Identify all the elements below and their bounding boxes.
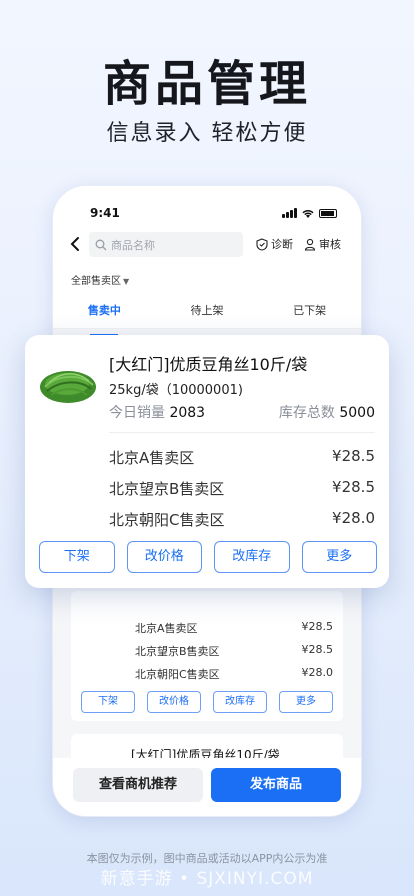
shield-check-icon	[256, 237, 268, 251]
product-title: [大红门]优质豆角丝10斤/袋	[109, 355, 308, 374]
green-beans-image	[40, 371, 96, 403]
search-input[interactable]: 商品名称	[89, 232, 243, 257]
edit-stock-button[interactable]: 改库存	[213, 691, 267, 713]
area-name: 北京朝阳C售卖区	[109, 511, 225, 529]
more-button[interactable]: 更多	[301, 541, 377, 573]
area-price: ¥28.5	[332, 478, 375, 496]
stock-label: 库存总数	[278, 405, 335, 421]
list-item: 北京朝阳C售卖区 ¥28.0	[135, 666, 333, 682]
product-detail-card: [大红门]优质豆角丝10斤/袋 25kg/袋（10000001) 今日销量 20…	[25, 335, 389, 588]
area-name: 北京A售卖区	[135, 622, 198, 635]
signal-icon	[282, 208, 297, 218]
tab-off-shelf[interactable]: 已下架	[258, 302, 361, 324]
audit-button[interactable]: 审核	[304, 236, 341, 252]
status-icons	[282, 208, 337, 218]
back-arrow-icon[interactable]	[69, 236, 81, 252]
area-price: ¥28.0	[332, 509, 375, 527]
delist-button[interactable]: 下架	[81, 691, 135, 713]
bottom-action-bar: 查看商机推荐 发布商品	[53, 758, 361, 816]
product-spec: 25kg/袋（10000001)	[109, 383, 243, 398]
card-actions: 下架 改价格 改库存 更多	[81, 691, 333, 713]
search-placeholder: 商品名称	[111, 238, 155, 252]
area-name: 北京望京B售卖区	[109, 480, 225, 498]
stock-value: 5000	[339, 405, 375, 421]
publish-product-button[interactable]: 发布商品	[211, 768, 341, 802]
edit-stock-button[interactable]: 改库存	[214, 541, 290, 573]
area-filter-dropdown[interactable]: 全部售卖区 ▼	[71, 272, 129, 287]
nav-bar: 商品名称 诊断 审核	[53, 232, 361, 258]
view-opportunities-button[interactable]: 查看商机推荐	[73, 768, 203, 802]
status-time: 9:41	[90, 206, 120, 220]
popup-actions: 下架 改价格 改库存 更多	[39, 541, 377, 573]
list-item: 北京朝阳C售卖区 ¥28.0	[109, 509, 375, 530]
divider	[109, 432, 375, 433]
filter-label: 全部售卖区	[71, 276, 121, 287]
area-name: 北京A售卖区	[109, 449, 195, 467]
sales-label: 今日销量	[109, 405, 165, 421]
edit-price-button[interactable]: 改价格	[126, 541, 202, 573]
area-price: ¥28.0	[301, 666, 334, 679]
user-icon	[304, 238, 316, 251]
delist-button[interactable]: 下架	[39, 541, 115, 573]
audit-label: 审核	[319, 238, 341, 251]
wifi-icon	[302, 209, 314, 218]
total-stock: 库存总数 5000	[279, 402, 375, 422]
area-price: ¥28.5	[301, 643, 334, 656]
caret-down-icon: ▼	[123, 277, 130, 286]
diagnose-label: 诊断	[271, 238, 293, 251]
list-item: 北京望京B售卖区 ¥28.5	[135, 643, 333, 659]
tab-on-sale[interactable]: 售卖中	[53, 302, 156, 324]
area-name: 北京朝阳C售卖区	[135, 668, 220, 681]
status-bar: 9:41	[53, 200, 361, 220]
list-item: 北京望京B售卖区 ¥28.5	[109, 478, 375, 499]
watermark: 新意手游 • SJXINYI.COM	[100, 869, 314, 889]
more-button[interactable]: 更多	[279, 691, 333, 713]
status-tabs: 售卖中 待上架 已下架	[53, 302, 361, 324]
hero-subtitle: 信息录入 轻松方便	[106, 121, 308, 146]
area-name: 北京望京B售卖区	[135, 645, 220, 658]
area-price: ¥28.5	[332, 447, 375, 465]
list-item: 北京A售卖区 ¥28.5	[109, 447, 375, 468]
edit-price-button[interactable]: 改价格	[147, 691, 201, 713]
battery-icon	[319, 209, 337, 218]
diagnose-button[interactable]: 诊断	[256, 236, 293, 252]
tabs-divider	[53, 328, 361, 329]
search-icon	[95, 239, 107, 250]
area-price: ¥28.5	[301, 620, 334, 633]
sales-value: 2083	[169, 405, 206, 421]
tab-pending[interactable]: 待上架	[156, 302, 259, 324]
hero-title: 商品管理	[102, 56, 311, 112]
list-item: 北京A售卖区 ¥28.5	[135, 620, 333, 636]
today-sales: 今日销量 2083	[109, 402, 205, 422]
